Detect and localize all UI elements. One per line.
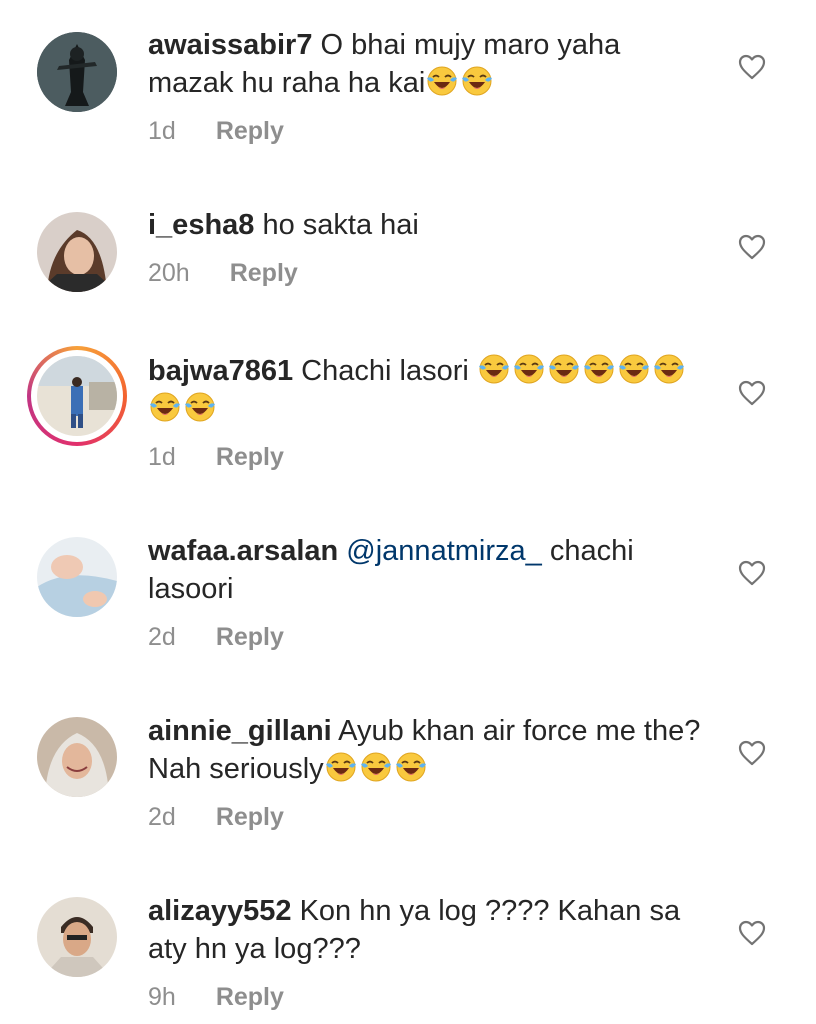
laughing-tears-emoji-icon bbox=[513, 354, 544, 384]
comment-username[interactable]: bajwa7861 bbox=[148, 355, 293, 387]
heart-outline-icon[interactable] bbox=[738, 380, 766, 406]
comment-username[interactable]: wafaa.arsalan bbox=[148, 535, 338, 567]
comment-meta: 20h Reply bbox=[148, 256, 708, 290]
reply-button[interactable]: Reply bbox=[230, 256, 298, 290]
laughing-tears-emoji-icon bbox=[325, 752, 356, 782]
avatar[interactable] bbox=[37, 717, 117, 797]
avatar[interactable] bbox=[37, 537, 117, 617]
avatar[interactable] bbox=[37, 212, 117, 292]
laughing-tears-emoji-icon bbox=[462, 66, 493, 96]
comment-meta: 2d Reply bbox=[148, 620, 708, 654]
avatar[interactable] bbox=[37, 897, 117, 977]
emoji-group bbox=[425, 66, 495, 99]
comment-text: bajwa7861 Chachi lasori bbox=[148, 352, 708, 428]
comment-text: i_esha8 ho sakta hai bbox=[148, 206, 708, 244]
heart-outline-icon[interactable] bbox=[738, 740, 766, 766]
comment-meta: 9h Reply bbox=[148, 980, 708, 1014]
comment-timestamp: 2d bbox=[148, 803, 176, 831]
emoji-group bbox=[324, 752, 429, 785]
comment-username[interactable]: i_esha8 bbox=[148, 209, 254, 241]
mention-link[interactable]: @jannatmirza_ bbox=[346, 535, 541, 567]
heart-outline-icon[interactable] bbox=[738, 54, 766, 80]
laughing-tears-emoji-icon bbox=[360, 752, 391, 782]
reply-button[interactable]: Reply bbox=[216, 980, 284, 1014]
comment-timestamp: 9h bbox=[148, 983, 176, 1011]
comment-text: awaissabir7 O bhai mujy maro yaha mazak … bbox=[148, 26, 708, 102]
comment-meta: 2d Reply bbox=[148, 800, 708, 834]
laughing-tears-emoji-icon bbox=[395, 752, 426, 782]
comment-meta: 1d Reply bbox=[148, 440, 708, 474]
laughing-tears-emoji-icon bbox=[478, 354, 509, 384]
laughing-tears-emoji-icon bbox=[618, 354, 649, 384]
laughing-tears-emoji-icon bbox=[427, 66, 458, 96]
comment-username[interactable]: alizayy552 bbox=[148, 895, 292, 927]
comment-timestamp: 1d bbox=[148, 443, 176, 471]
avatar[interactable] bbox=[37, 356, 117, 436]
comment-timestamp: 2d bbox=[148, 623, 176, 651]
comment-username[interactable]: ainnie_gillani bbox=[148, 715, 332, 747]
comment-timestamp: 1d bbox=[148, 117, 176, 145]
comment-text: alizayy552 Kon hn ya log ???? Kahan sa a… bbox=[148, 892, 708, 968]
laughing-tears-emoji-icon bbox=[150, 392, 180, 422]
comment-meta: 1d Reply bbox=[148, 114, 708, 148]
laughing-tears-emoji-icon bbox=[185, 392, 215, 422]
comment-timestamp: 20h bbox=[148, 259, 190, 287]
laughing-tears-emoji-icon bbox=[548, 354, 579, 384]
heart-outline-icon[interactable] bbox=[738, 920, 766, 946]
reply-button[interactable]: Reply bbox=[216, 114, 284, 148]
comment-text: ainnie_gillani Ayub khan air force me th… bbox=[148, 712, 708, 788]
comment-body: Chachi lasori bbox=[293, 355, 477, 387]
comment-body: ho sakta hai bbox=[254, 209, 419, 241]
comment-username[interactable]: awaissabir7 bbox=[148, 29, 312, 61]
heart-outline-icon[interactable] bbox=[738, 560, 766, 586]
reply-button[interactable]: Reply bbox=[216, 800, 284, 834]
laughing-tears-emoji-icon bbox=[653, 354, 684, 384]
reply-button[interactable]: Reply bbox=[216, 440, 284, 474]
laughing-tears-emoji-icon bbox=[583, 354, 614, 384]
comment-text: wafaa.arsalan @jannatmirza_ chachi lasoo… bbox=[148, 532, 708, 608]
avatar[interactable] bbox=[37, 32, 117, 112]
reply-button[interactable]: Reply bbox=[216, 620, 284, 654]
story-ring[interactable] bbox=[27, 346, 127, 446]
heart-outline-icon[interactable] bbox=[738, 234, 766, 260]
